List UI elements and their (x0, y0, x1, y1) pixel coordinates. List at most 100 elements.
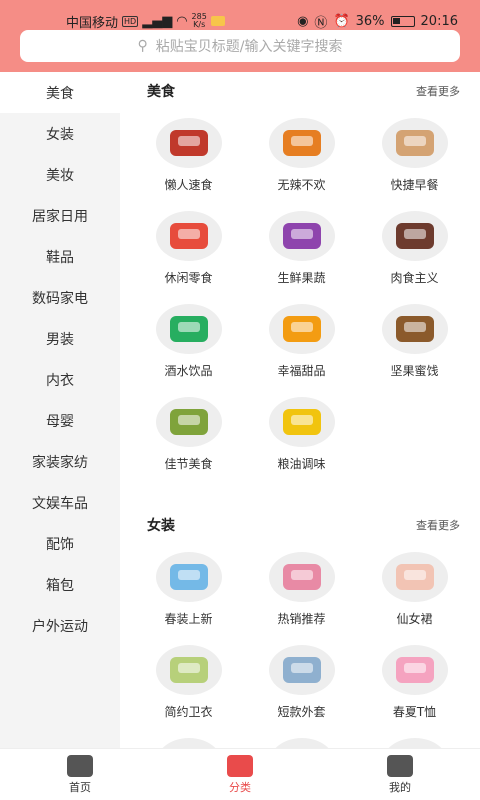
tshirt-icon (381, 645, 448, 695)
category-item[interactable]: 简约卫衣 (132, 637, 245, 730)
category-sidebar: 美食 女装 美妆 居家日用 鞋品 数码家电 男装 内衣 母婴 家装家纺 文娱车品 配饰 箱包 户外运动 (0, 72, 120, 748)
sidebar-item-11[interactable]: 配饰 (0, 523, 120, 564)
category-label: 短款外套 (277, 705, 326, 719)
category-item[interactable]: 生鲜果蔬 (245, 203, 358, 296)
category-item[interactable]: 春夏T恤 (358, 637, 471, 730)
hot-dress-icon (268, 552, 335, 602)
category-label: 简约卫衣 (164, 705, 213, 719)
wifi-icon: ◠ (176, 13, 188, 29)
category-label: 快捷早餐 (390, 178, 439, 192)
category-label: 热销推荐 (277, 612, 326, 626)
clock: 20:16 (420, 13, 458, 29)
profile-icon (387, 754, 413, 777)
category-item[interactable]: 春装上新 (132, 544, 245, 637)
category-grid: 春装上新 热销推荐 仙女裙简约卫衣 短款外套 春夏T恤 (120, 544, 480, 748)
sidebar-item-3[interactable]: 居家日用 (0, 195, 120, 236)
category-item[interactable] (245, 730, 358, 748)
category-label: 仙女裙 (396, 612, 433, 626)
category-label: 粮油调味 (277, 457, 326, 471)
sidebar-item-2[interactable]: 美妆 (0, 154, 120, 195)
section-title: 美食 (147, 84, 175, 100)
alarm-icon: ⏰ (333, 13, 350, 29)
category-item[interactable]: 肉食主义 (358, 203, 471, 296)
sidebar-item-0[interactable]: 美食 (0, 72, 120, 113)
category-label: 春装上新 (164, 612, 213, 626)
category-label: 酒水饮品 (164, 364, 213, 378)
category-label: 佳节美食 (164, 457, 213, 471)
category-item[interactable]: 懒人速食 (132, 110, 245, 203)
orange-top-icon (381, 738, 448, 748)
sidebar-item-8[interactable]: 母婴 (0, 400, 120, 441)
spring-blouse-icon (155, 552, 222, 602)
fresh-fruit-icon (268, 211, 335, 261)
eye-icon: ◉ (297, 13, 309, 29)
sidebar-item-9[interactable]: 家装家纺 (0, 441, 120, 482)
battery-icon (390, 15, 415, 27)
bottom-tab-bar: 首页 分类 我的 (0, 748, 480, 800)
tab-label: 首页 (69, 780, 91, 794)
category-item[interactable]: 快捷早餐 (358, 110, 471, 203)
category-item[interactable]: 佳节美食 (132, 389, 245, 482)
category-item[interactable]: 幸福甜品 (245, 296, 358, 389)
tab-label: 分类 (229, 780, 251, 794)
snacks-icon (155, 211, 222, 261)
category-label: 生鲜果蔬 (277, 271, 326, 285)
search-input[interactable]: ⚲ 粘贴宝贝标题/输入关键字搜索 (20, 30, 460, 62)
tab-0[interactable]: 首页 (0, 749, 160, 800)
sidebar-item-12[interactable]: 箱包 (0, 564, 120, 605)
category-item[interactable]: 无辣不欢 (245, 110, 358, 203)
denim-jacket-icon (268, 645, 335, 695)
grain-oil-icon (268, 397, 335, 447)
tab-2[interactable]: 我的 (320, 749, 480, 800)
sidebar-item-10[interactable]: 文娱车品 (0, 482, 120, 523)
battery-percent: 36% (355, 13, 385, 29)
category-item[interactable] (358, 730, 471, 748)
hoodie-icon (155, 645, 222, 695)
category-label: 坚果蜜饯 (390, 364, 439, 378)
sweater-icon (155, 738, 222, 748)
carrier-label: 中国移动 (66, 15, 119, 31)
category-item[interactable]: 短款外套 (245, 637, 358, 730)
sidebar-item-1[interactable]: 女装 (0, 113, 120, 154)
category-item[interactable]: 仙女裙 (358, 544, 471, 637)
category-label: 无辣不欢 (277, 178, 326, 192)
see-more-link[interactable]: 查看更多 (416, 83, 460, 99)
category-item[interactable] (132, 730, 245, 748)
category-item[interactable]: 坚果蜜饯 (358, 296, 471, 389)
home-icon (67, 754, 93, 777)
sidebar-item-7[interactable]: 内衣 (0, 359, 120, 400)
meat-icon (381, 211, 448, 261)
category-label: 休闲零食 (164, 271, 213, 285)
sidebar-item-6[interactable]: 男装 (0, 318, 120, 359)
category-grid: 懒人速食 无辣不欢 快捷早餐休闲零食 生鲜果蔬 肉食主义酒水饮品 幸福甜品 坚果蜜饯佳节美食… (120, 110, 480, 482)
category-item[interactable]: 酒水饮品 (132, 296, 245, 389)
header: 中国移动 HD ▂▄▆ ◠ 285 K/s ◉ Ⓝ ⏰ 36% 20:16 ⚲ 粘… (0, 0, 480, 72)
sidebar-item-5[interactable]: 数码家电 (0, 277, 120, 318)
category-icon (227, 754, 253, 777)
category-label: 春夏T恤 (392, 705, 437, 719)
section-header: 美食 查看更多 (120, 72, 480, 110)
tab-1[interactable]: 分类 (160, 749, 320, 800)
category-item[interactable]: 粮油调味 (245, 389, 358, 482)
sidebar-item-4[interactable]: 鞋品 (0, 236, 120, 277)
print-top-icon (268, 738, 335, 748)
nfc-icon: Ⓝ (314, 15, 328, 31)
sidebar-item-13[interactable]: 户外运动 (0, 605, 120, 646)
message-icon (210, 16, 225, 26)
instant-food-icon (155, 118, 222, 168)
fairy-dress-icon (381, 552, 448, 602)
festival-food-icon (155, 397, 222, 447)
see-more-link[interactable]: 查看更多 (416, 517, 460, 533)
category-item[interactable]: 热销推荐 (245, 544, 358, 637)
signal-icon: ▂▄▆ (142, 13, 173, 29)
dessert-icon (268, 304, 335, 354)
nuts-icon (381, 304, 448, 354)
section-header: 女装 查看更多 (120, 506, 480, 544)
category-content: 美食 查看更多 懒人速食 无辣不欢 快捷早餐 休闲零食 生鲜果蔬 肉食主义 酒水饮品 幸福甜品 坚果… (120, 72, 480, 748)
tab-label: 我的 (389, 780, 411, 794)
category-label: 懒人速食 (164, 178, 213, 192)
search-placeholder: 粘贴宝贝标题/输入关键字搜索 (155, 39, 343, 55)
category-label: 肉食主义 (390, 271, 439, 285)
category-item[interactable]: 休闲零食 (132, 203, 245, 296)
search-icon: ⚲ (137, 38, 148, 54)
